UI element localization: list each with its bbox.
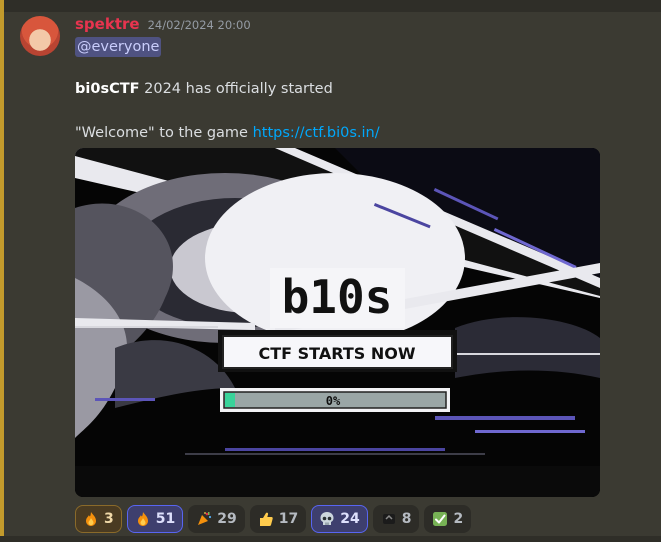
message-line-1: bi0sCTF 2024 has officially started: [75, 81, 333, 97]
message-line-2-text: "Welcome" to the game: [75, 125, 253, 141]
reaction-count: 8: [401, 511, 412, 527]
message-header: spektre 24/02/2024 20:00: [75, 15, 251, 35]
bottom-divider: [0, 536, 661, 542]
reaction-custom[interactable]: 8: [372, 505, 420, 533]
top-divider: [0, 0, 661, 12]
banner-text: CTF STARTS NOW: [259, 344, 416, 363]
user-avatar[interactable]: [20, 16, 60, 56]
reaction-thumbs-up[interactable]: 17: [249, 505, 307, 533]
flame-icon: [137, 512, 148, 526]
message-line-2: "Welcome" to the game https://ctf.bi0s.i…: [75, 125, 380, 141]
reaction-count: 17: [278, 511, 299, 527]
reaction-count: 29: [217, 511, 237, 527]
flame-icon: [86, 512, 96, 526]
timestamp[interactable]: 24/02/2024 20:00: [148, 18, 251, 32]
progress-label: 0%: [326, 394, 341, 408]
reactions-bar: 3 51 29 17 24 8 2: [75, 505, 472, 533]
bi0s-logo: b10s: [282, 270, 393, 324]
reaction-count: 3: [104, 511, 114, 527]
reaction-party[interactable]: 29: [188, 505, 245, 533]
everyone-mention[interactable]: @everyone: [75, 37, 162, 57]
mention-highlight-bar: [0, 0, 4, 542]
reaction-count: 24: [340, 511, 360, 527]
reaction-check[interactable]: 2: [424, 505, 472, 533]
reaction-flame-2[interactable]: 51: [126, 505, 184, 533]
progress-fill: [225, 393, 235, 407]
party-popper-icon: [198, 512, 212, 525]
skull-icon: [320, 512, 334, 525]
ctf-name: bi0sCTF: [75, 81, 140, 97]
reaction-skull[interactable]: 24: [311, 505, 368, 533]
message-line-1-text: 2024 has officially started: [139, 81, 333, 97]
reaction-flame-1[interactable]: 3: [75, 505, 122, 533]
username[interactable]: spektre: [75, 15, 140, 33]
check-mark-icon: [433, 512, 448, 526]
reaction-count: 51: [155, 511, 176, 527]
embed-image[interactable]: b10s CTF STARTS NOW 0%: [75, 148, 600, 497]
ctf-link[interactable]: https://ctf.bi0s.in/: [253, 125, 380, 141]
bi0s-emoji-icon: [382, 514, 395, 524]
thumbs-up-icon: [259, 512, 273, 526]
reaction-count: 2: [453, 511, 464, 527]
